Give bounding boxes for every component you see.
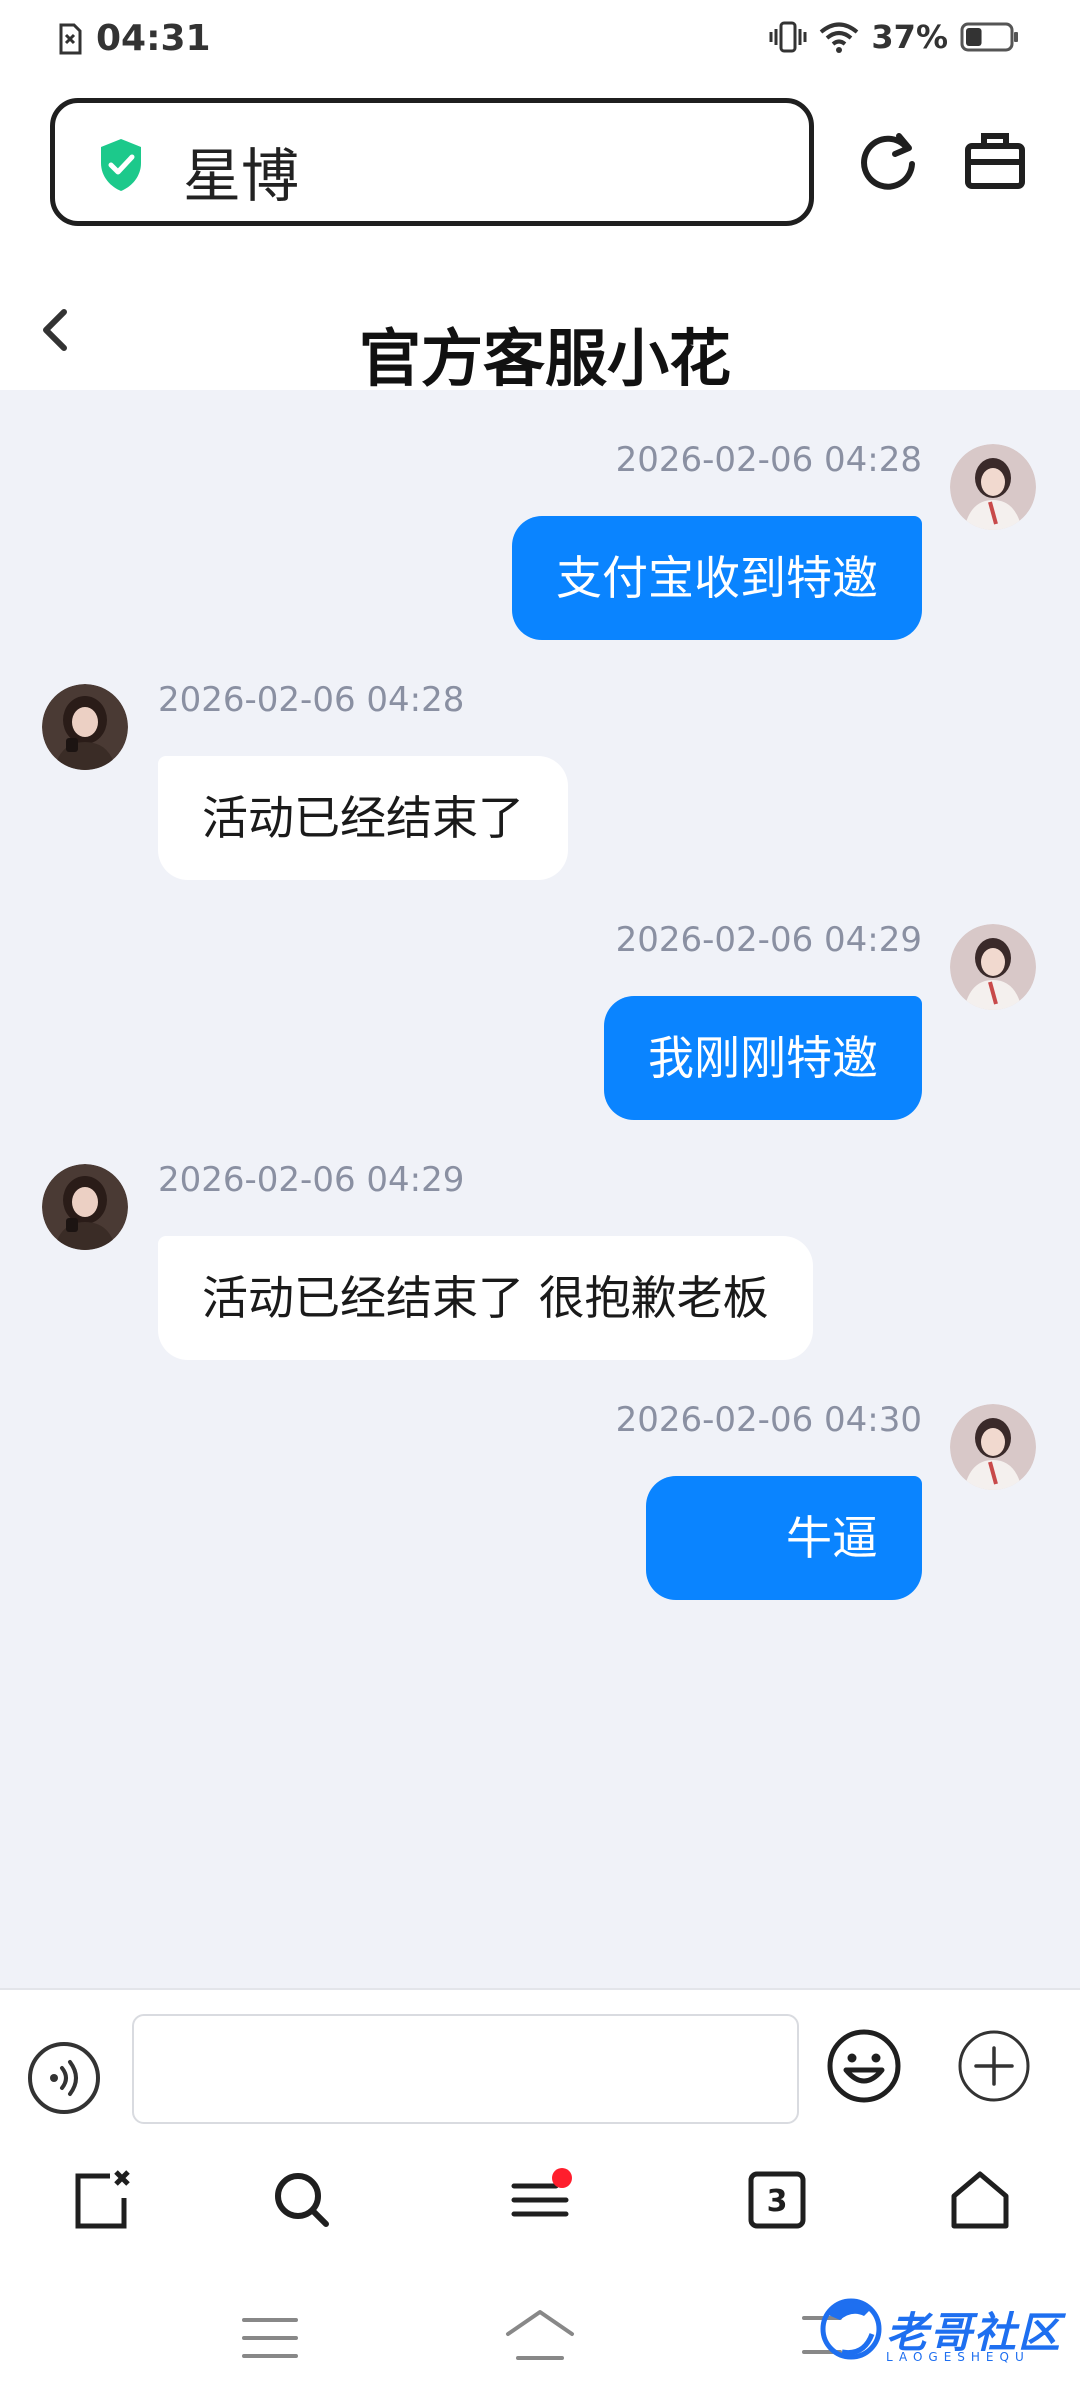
dragon-logo-icon [820, 2298, 882, 2360]
browser-toolbar: 3 [0, 2124, 1080, 2274]
search-icon[interactable] [270, 2168, 334, 2232]
battery-icon [960, 22, 1018, 52]
menu-icon[interactable] [508, 2168, 572, 2232]
status-time: 04:31 [96, 18, 211, 59]
battery-percent: 37% [871, 18, 948, 56]
message-timestamp: 2026-02-06 04:29 [158, 1160, 465, 1200]
plus-circle-icon[interactable] [956, 2028, 1032, 2104]
tabs-icon[interactable]: 3 [745, 2168, 809, 2232]
home-icon[interactable] [948, 2168, 1012, 2232]
chat-message-list[interactable]: 2026-02-06 04:28 支付宝收到特邀 2026-02-06 04:2… [0, 390, 1080, 1988]
message-input[interactable] [132, 2014, 799, 2124]
message-timestamp: 2026-02-06 04:29 [615, 920, 922, 960]
voice-icon[interactable] [26, 2040, 102, 2116]
chat-title: 官方客服小花 [358, 322, 731, 395]
recents-icon[interactable] [240, 2314, 300, 2362]
tab-count: 3 [767, 2184, 788, 2219]
message-bubble[interactable]: 活动已经结束了 [158, 756, 568, 880]
refresh-icon[interactable] [855, 128, 921, 194]
toolbox-icon[interactable] [962, 128, 1028, 194]
shield-check-icon [101, 139, 141, 191]
message-bubble[interactable]: 我刚刚特邀 [604, 996, 922, 1120]
close-page-icon[interactable] [70, 2168, 134, 2232]
watermark-subtext: LAOGESHEQU [885, 2350, 1030, 2364]
message-timestamp: 2026-02-06 04:28 [158, 680, 465, 720]
chat-input-bar [0, 1988, 1080, 2124]
address-bar[interactable]: 星博 [50, 98, 814, 226]
sim-error-icon [59, 23, 82, 54]
wifi-icon [820, 22, 859, 53]
watermark: 老哥社区 LAOGESHEQU [816, 2294, 1062, 2364]
avatar[interactable] [42, 1164, 128, 1250]
message-bubble[interactable]: 牛逼 [646, 1476, 922, 1600]
emoji-icon[interactable] [826, 2028, 902, 2104]
message-bubble[interactable]: 活动已经结束了 很抱歉老板 [158, 1236, 813, 1360]
system-navigation-bar: 老哥社区 LAOGESHEQU [0, 2274, 1080, 2400]
message-timestamp: 2026-02-06 04:28 [615, 440, 922, 480]
home-icon[interactable] [504, 2308, 576, 2362]
status-bar: 04:31 37% [0, 0, 1080, 82]
avatar[interactable] [950, 924, 1036, 1010]
avatar[interactable] [950, 1404, 1036, 1490]
address-text: 星博 [183, 142, 300, 210]
message-timestamp: 2026-02-06 04:30 [615, 1400, 922, 1440]
message-bubble[interactable]: 支付宝收到特邀 [512, 516, 922, 640]
vibrate-icon [769, 21, 807, 53]
avatar[interactable] [950, 444, 1036, 530]
chat-header: 官方客服小花 [0, 280, 1080, 395]
avatar[interactable] [42, 684, 128, 770]
